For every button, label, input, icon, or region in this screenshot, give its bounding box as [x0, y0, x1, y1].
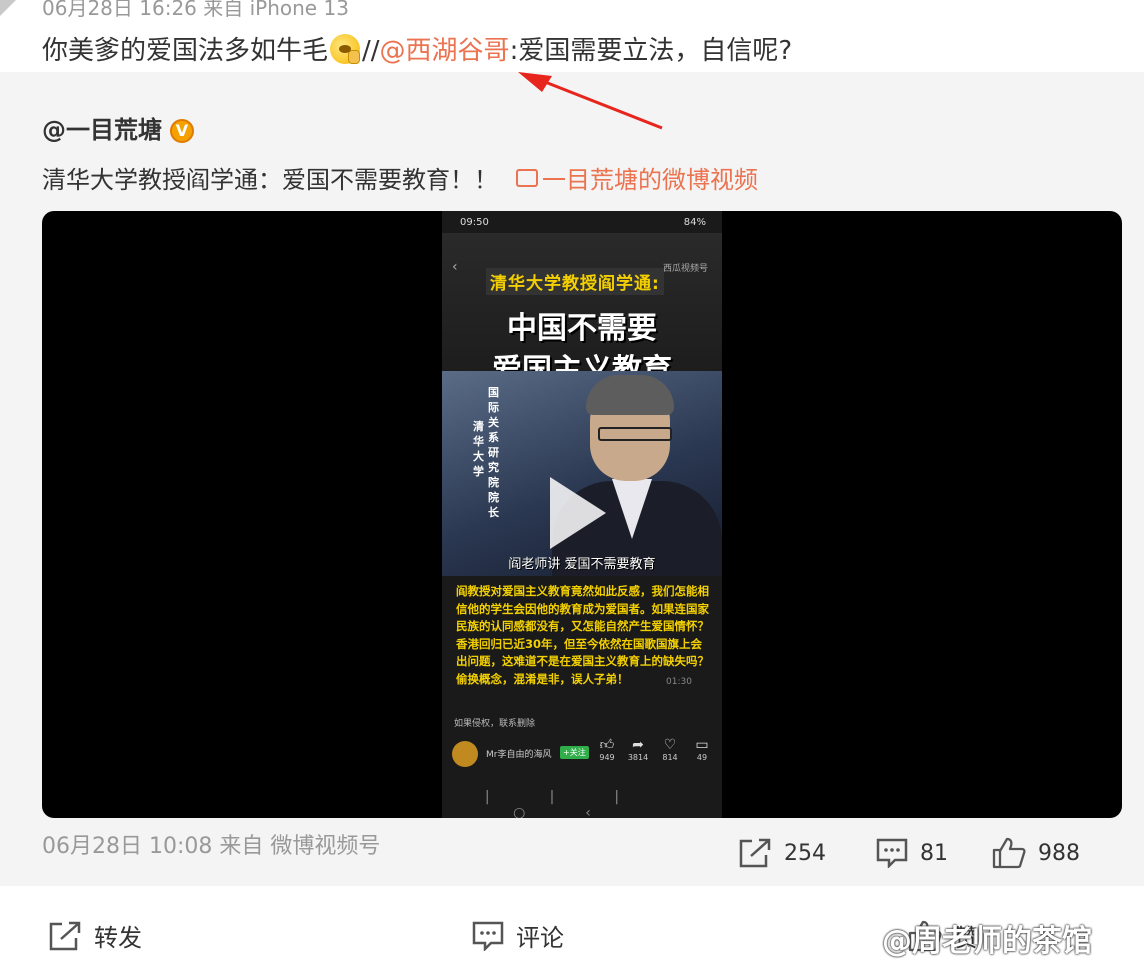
person-hair: [586, 375, 674, 415]
share-arrow-icon: ➦: [632, 737, 644, 753]
phone-status-battery: 84%: [683, 217, 706, 228]
phone-nav-bar: |||○‹: [484, 789, 680, 818]
repost-text-before: 你美爹的爱国法多如牛毛: [42, 36, 329, 66]
video-headline-1: 清华大学教授阎学通:: [486, 268, 664, 295]
quoted-repost-count: 254: [784, 840, 826, 866]
repost-label: 转发: [94, 924, 142, 952]
video-hearts: ♡ 814: [655, 737, 685, 762]
share-icon: [739, 838, 771, 868]
quoted-comment-button[interactable]: 81: [876, 835, 948, 871]
quoted-repost-button[interactable]: 254: [738, 835, 826, 871]
video-time-tag: 01:30: [666, 677, 692, 687]
comment-icon: [876, 838, 908, 868]
avatar: [452, 741, 478, 767]
channel-logo: 西瓜视频号: [662, 264, 708, 274]
video-hearts-count: 814: [662, 753, 678, 762]
video-shares-count: 3814: [627, 753, 649, 762]
quoted-username[interactable]: @一目荒塘 V: [42, 110, 194, 145]
comment-label: 评论: [516, 924, 564, 952]
repost-text-after: :爱国需要立法，自信呢?: [509, 36, 793, 66]
quoted-comment-count: 81: [920, 840, 948, 866]
video-still: 国际关系研究院院长 清华大学 阎老师讲 爱国不需要教育: [442, 371, 722, 576]
copyright-note: 如果侵权，联系删除: [454, 719, 536, 729]
repost-text: 你美爹的爱国法多如牛毛 //@西湖谷哥:爱国需要立法，自信呢?: [42, 30, 792, 67]
watermark: @周老师的茶馆: [882, 924, 1092, 959]
video-caption: 阎教授对爱国主义教育竟然如此反感，我们怎能相信他的学生会因他的教育成为爱国者。如…: [456, 584, 709, 686]
quoted-username-text[interactable]: @一目荒塘: [42, 116, 162, 144]
video-shares: ➦ 3814: [623, 737, 653, 762]
video-comments-count: 49: [696, 753, 708, 762]
video-comments: ▭ 49: [687, 737, 717, 762]
video-subtitle: 阎老师讲 爱国不需要教育: [508, 557, 656, 572]
side-tag-school: 清华大学: [473, 420, 484, 478]
repost-button[interactable]: 转发: [48, 918, 142, 953]
thinking-emoji-icon: [330, 34, 361, 64]
mention-link[interactable]: @西湖谷哥: [380, 36, 510, 66]
back-icon: ‹: [452, 259, 458, 275]
share-icon: [49, 921, 81, 950]
comment-button[interactable]: 评论: [472, 918, 564, 953]
video-link[interactable]: 一目荒塘的微博视频: [516, 166, 758, 194]
play-icon[interactable]: [550, 477, 606, 549]
video-camera-icon: [516, 169, 538, 187]
person-glasses: [598, 427, 672, 441]
quoted-like-count: 988: [1038, 840, 1080, 866]
bubble-icon: ▭: [695, 737, 709, 753]
heart-icon: ♡: [663, 737, 677, 753]
video-headline-2: 中国不需要: [507, 311, 657, 346]
video-likes-count: 949: [599, 753, 615, 762]
repost-separator: //: [362, 36, 380, 66]
follow-button: +关注: [560, 746, 589, 759]
side-tag-title: 国际关系研究院院长: [488, 386, 499, 519]
like-icon: [992, 837, 1026, 869]
video-header: ‹ 西瓜视频号 清华大学教授阎学通: 中国不需要 爱国主义教育: [442, 233, 722, 388]
quoted-text: 清华大学教授阎学通：爱国不需要教育！！ 一目荒塘的微博视频: [42, 160, 758, 195]
video-player[interactable]: 09:50 84% ‹ 西瓜视频号 清华大学教授阎学通: 中国不需要 爱国主义教…: [42, 211, 1122, 818]
comment-icon: [472, 921, 504, 951]
verified-icon: V: [170, 119, 194, 143]
thumb-icon: 👍︎: [599, 737, 615, 753]
video-likes: 👍︎ 949: [592, 737, 622, 762]
corner-fold: [0, 0, 16, 16]
video-link-label[interactable]: 一目荒塘的微博视频: [542, 166, 758, 194]
video-author-bar: Mr李自由的海风 +关注 👍︎ 949 ➦ 3814 ♡ 814 ▭ 49: [442, 733, 722, 773]
quoted-text-body: 清华大学教授阎学通：爱国不需要教育！！: [42, 166, 498, 194]
phone-status-time: 09:50: [460, 217, 489, 228]
quoted-time-source: 06月28日 10:08 来自 微博视频号: [42, 834, 381, 859]
video-frame: 09:50 84% ‹ 西瓜视频号 清华大学教授阎学通: 中国不需要 爱国主义教…: [442, 211, 722, 818]
quoted-like-button[interactable]: 988: [992, 835, 1080, 871]
repost-meta: 06月28日 16:26 来自 iPhone 13: [42, 0, 349, 20]
video-author-name: Mr李自由的海风: [486, 750, 552, 760]
